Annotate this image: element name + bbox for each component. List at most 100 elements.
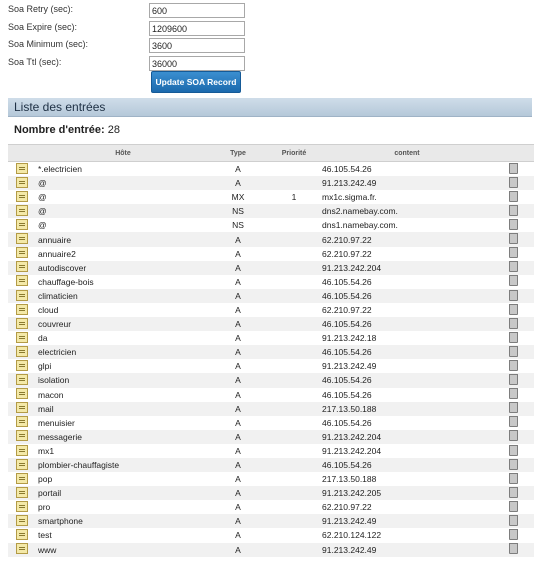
record-type: A (208, 260, 268, 275)
edit-record-icon[interactable] (16, 458, 28, 470)
edit-record-icon[interactable] (16, 275, 28, 287)
trash-icon[interactable] (508, 275, 518, 287)
delete-cell (492, 514, 534, 529)
edit-record-icon[interactable] (16, 204, 28, 216)
record-content: 91.213.242.49 (320, 542, 492, 557)
trash-icon[interactable] (508, 472, 518, 484)
trash-icon[interactable] (508, 219, 518, 231)
record-priority: 1 (268, 190, 320, 205)
edit-cell (8, 260, 36, 275)
record-type: A (208, 443, 268, 458)
delete-cell (492, 218, 534, 233)
record-host: autodiscover (36, 260, 208, 275)
entry-count-label: Nombre d'entrée: (14, 124, 105, 136)
edit-record-icon[interactable] (16, 162, 28, 174)
record-type: A (208, 345, 268, 360)
update-soa-button[interactable]: Update SOA Record (151, 71, 241, 93)
edit-record-icon[interactable] (16, 345, 28, 357)
soa-minimum-label: Soa Minimum (sec): (8, 39, 89, 49)
trash-icon[interactable] (508, 204, 518, 216)
edit-record-icon[interactable] (16, 317, 28, 329)
trash-icon[interactable] (508, 430, 518, 442)
trash-icon[interactable] (508, 458, 518, 470)
edit-cell (8, 176, 36, 191)
trash-icon[interactable] (508, 486, 518, 498)
edit-record-icon[interactable] (16, 416, 28, 428)
edit-record-icon[interactable] (16, 289, 28, 301)
record-content: dns2.namebay.com. (320, 204, 492, 219)
edit-record-icon[interactable] (16, 190, 28, 202)
record-type: A (208, 401, 268, 416)
trash-icon[interactable] (508, 303, 518, 315)
entry-count: Nombre d'entrée: 28 (14, 124, 120, 136)
trash-icon[interactable] (508, 289, 518, 301)
trash-icon[interactable] (508, 374, 518, 386)
record-type: A (208, 373, 268, 388)
soa-retry-input[interactable] (149, 3, 245, 18)
record-host: climaticien (36, 288, 208, 303)
trash-icon[interactable] (508, 444, 518, 456)
edit-record-icon[interactable] (16, 176, 28, 188)
edit-record-icon[interactable] (16, 303, 28, 315)
trash-icon[interactable] (508, 388, 518, 400)
record-host: mail (36, 401, 208, 416)
soa-ttl-input[interactable] (149, 56, 245, 71)
edit-record-icon[interactable] (16, 233, 28, 245)
edit-record-icon[interactable] (16, 430, 28, 442)
table-row: @ NS dns2.namebay.com. (8, 204, 534, 219)
edit-record-icon[interactable] (16, 359, 28, 371)
edit-record-icon[interactable] (16, 402, 28, 414)
trash-icon[interactable] (508, 402, 518, 414)
edit-record-icon[interactable] (16, 331, 28, 343)
delete-cell (492, 486, 534, 501)
record-priority (268, 161, 320, 177)
trash-icon[interactable] (508, 529, 518, 541)
edit-record-icon[interactable] (16, 444, 28, 456)
record-content: 46.105.54.26 (320, 288, 492, 303)
trash-icon[interactable] (508, 317, 518, 329)
edit-record-icon[interactable] (16, 515, 28, 527)
trash-icon[interactable] (508, 515, 518, 527)
soa-form: Soa Retry (sec): Soa Expire (sec): Soa M… (0, 0, 540, 94)
trash-icon[interactable] (508, 345, 518, 357)
soa-expire-input[interactable] (149, 21, 245, 36)
edit-cell (8, 443, 36, 458)
trash-icon[interactable] (508, 543, 518, 555)
record-type: MX (208, 190, 268, 205)
edit-record-icon[interactable] (16, 247, 28, 259)
record-content: 46.105.54.26 (320, 373, 492, 388)
header-host: Hôte (36, 144, 208, 162)
record-host: @ (36, 190, 208, 205)
trash-icon[interactable] (508, 247, 518, 259)
trash-icon[interactable] (508, 500, 518, 512)
trash-icon[interactable] (507, 161, 518, 174)
edit-cell (8, 218, 36, 233)
edit-record-icon[interactable] (16, 529, 28, 541)
edit-record-icon[interactable] (16, 500, 28, 512)
record-host: menuisier (36, 415, 208, 430)
record-type: A (208, 514, 268, 529)
edit-record-icon[interactable] (16, 388, 28, 400)
trash-icon[interactable] (508, 416, 518, 428)
edit-record-icon[interactable] (16, 219, 28, 231)
trash-icon[interactable] (508, 359, 518, 371)
edit-record-icon[interactable] (16, 543, 28, 555)
edit-record-icon[interactable] (16, 486, 28, 498)
table-row: annuaire A 62.210.97.22 (8, 232, 534, 247)
trash-icon[interactable] (508, 176, 518, 188)
edit-record-icon[interactable] (16, 374, 28, 386)
trash-icon[interactable] (508, 190, 518, 202)
record-priority (268, 401, 320, 416)
trash-icon[interactable] (508, 233, 518, 245)
edit-cell (8, 331, 36, 346)
trash-icon[interactable] (508, 331, 518, 343)
record-type: A (208, 528, 268, 543)
record-priority (268, 443, 320, 458)
records-body: *.electricien A 46.105.54.26 @ A 91.213.242.4… (8, 161, 534, 557)
soa-minimum-input[interactable] (149, 38, 245, 53)
trash-icon[interactable] (508, 261, 518, 273)
edit-record-icon[interactable] (16, 261, 28, 273)
edit-record-icon[interactable] (16, 472, 28, 484)
record-priority (268, 218, 320, 233)
record-content: 91.213.242.49 (320, 176, 492, 191)
